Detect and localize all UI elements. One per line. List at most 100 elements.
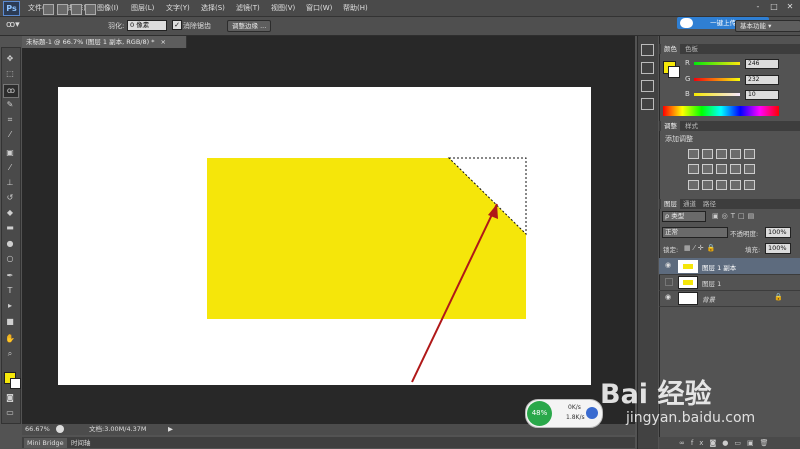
intersect-selection-icon[interactable] [85,4,96,15]
exposure-icon[interactable] [730,149,741,159]
screen-mode-icon[interactable]: ▭ [3,407,17,419]
layer-name[interactable]: 背景 [702,294,715,304]
menu-help[interactable]: 帮助(H) [343,3,368,13]
channel-g-value[interactable]: 232 [745,75,779,85]
tab-channels[interactable]: 通道 [680,199,699,209]
history-panel-icon[interactable] [641,44,654,56]
menu-type[interactable]: 文字(Y) [166,3,190,13]
layer-filter-icons[interactable]: ▣◎T□▤ [712,212,782,220]
tab-paths[interactable]: 路径 [700,199,719,209]
black-white-icon[interactable] [716,164,727,174]
properties-panel-icon[interactable] [641,62,654,74]
marquee-tool-icon[interactable]: ⬚ [3,68,17,80]
character-panel-icon[interactable] [641,98,654,110]
layer-name[interactable]: 图层 1 副本 [702,262,736,272]
antialias-checkbox[interactable]: ✓ [172,20,182,30]
crop-tool-icon[interactable]: ⌗ [3,114,17,126]
tab-color[interactable]: 颜色 [661,44,680,54]
channel-r-value[interactable]: 246 [745,59,779,69]
channel-mixer-icon[interactable] [744,164,755,174]
blend-mode-select[interactable]: 正常 [662,227,728,238]
subtract-selection-icon[interactable] [71,4,82,15]
status-arrow-icon[interactable]: ▶ [168,424,173,435]
brightness-icon[interactable] [688,149,699,159]
tab-mini-bridge[interactable]: Mini Bridge [24,438,67,448]
tab-timeline[interactable]: 时间轴 [68,438,94,448]
posterize-icon[interactable] [702,180,713,190]
lasso-tool-preset-icon[interactable]: ꝏ▾ [6,20,26,32]
zoom-tool-icon[interactable]: ⌕ [3,348,17,360]
background-color-swatch[interactable] [10,378,21,389]
new-selection-icon[interactable] [43,4,54,15]
type-tool-icon[interactable]: T [3,285,17,297]
menu-view[interactable]: 视图(V) [271,3,295,13]
document-tab[interactable]: 未标题-1 @ 66.7% (图层 1 副本, RGB/8) * × [22,36,187,48]
visibility-off-box[interactable] [665,278,673,286]
selective-color-icon[interactable] [744,180,755,190]
history-brush-tool-icon[interactable]: ↺ [3,192,17,204]
dodge-tool-icon[interactable]: ○ [3,253,17,265]
path-select-tool-icon[interactable]: ▸ [3,300,17,312]
hand-tool-icon[interactable]: ✋ [3,333,17,345]
channel-b-value[interactable]: 10 [745,90,779,100]
info-panel-icon[interactable] [641,80,654,92]
color-balance-icon[interactable] [702,164,713,174]
shape-tool-icon[interactable]: ■ [3,316,17,328]
eye-icon[interactable]: ◉ [665,294,672,301]
pen-tool-icon[interactable]: ✒ [3,270,17,282]
clone-stamp-tool-icon[interactable]: ⊥ [3,177,17,189]
tab-adjustments[interactable]: 调整 [661,121,680,131]
workspace-select[interactable]: 基本功能 ▾ [735,20,800,32]
lasso-tool-icon[interactable]: ꝏ [3,84,19,98]
close-tab-icon[interactable]: × [161,38,166,46]
add-selection-icon[interactable] [57,4,68,15]
tab-styles[interactable]: 样式 [682,121,701,131]
layer-actions[interactable]: ∞fx◙●▭▣🗑 [659,437,800,449]
vibrance-icon[interactable] [744,149,755,159]
curves-icon[interactable] [716,149,727,159]
color-bg-swatch[interactable] [668,66,680,78]
lock-icon: 🔒 [774,293,783,301]
color-spectrum-bar[interactable] [663,106,779,116]
eraser-tool-icon[interactable]: ◆ [3,207,17,219]
yellow-shape [207,158,526,319]
photo-filter-icon[interactable] [730,164,741,174]
invert-icon[interactable] [688,180,699,190]
healing-brush-tool-icon[interactable]: ▣ [3,147,17,159]
lock-icons[interactable]: ▦⁄✛🔒 [684,244,718,252]
channel-b-slider[interactable] [694,93,740,96]
brush-tool-icon[interactable]: ⁄ [3,162,17,174]
levels-icon[interactable] [702,149,713,159]
channel-g-slider[interactable] [694,78,740,81]
gradient-map-icon[interactable] [730,180,741,190]
quick-select-tool-icon[interactable]: ✎ [3,99,17,111]
move-tool-icon[interactable]: ✥ [3,53,17,65]
menu-image[interactable]: 图像(I) [97,3,119,13]
close-button[interactable]: ✕ [784,2,796,12]
layer-filter-select[interactable]: ρ 类型 [662,211,706,222]
photoshop-logo: Ps [3,1,20,16]
menu-select[interactable]: 选择(S) [201,3,225,13]
network-widget[interactable]: 48% 0K/s 1.8K/s [525,399,603,428]
menu-filter[interactable]: 滤镜(T) [236,3,260,13]
layer-name[interactable]: 图层 1 [702,278,721,288]
minimize-button[interactable]: - [752,2,764,12]
channel-r-slider[interactable] [694,62,740,65]
zoom-level[interactable]: 66.67% [25,424,50,435]
quick-mask-icon[interactable]: ◙ [3,392,17,404]
maximize-button[interactable]: □ [768,2,780,12]
tab-layers[interactable]: 图层 [661,199,680,209]
eyedropper-tool-icon[interactable]: ⁄ [3,129,17,141]
menu-layer[interactable]: 图层(L) [131,3,154,13]
threshold-icon[interactable] [716,180,727,190]
fill-input[interactable]: 100% [765,243,791,254]
opacity-input[interactable]: 100% [765,227,791,238]
hue-saturation-icon[interactable] [688,164,699,174]
eye-icon[interactable]: ◉ [665,262,672,269]
menu-window[interactable]: 窗口(W) [306,3,332,13]
gradient-tool-icon[interactable]: ▬ [3,222,17,234]
refine-edge-button[interactable]: 调整边缘 ... [227,20,272,32]
tab-swatches[interactable]: 色板 [682,44,701,54]
feather-input[interactable]: 0 像素 [127,20,167,31]
blur-tool-icon[interactable]: ● [3,238,17,250]
